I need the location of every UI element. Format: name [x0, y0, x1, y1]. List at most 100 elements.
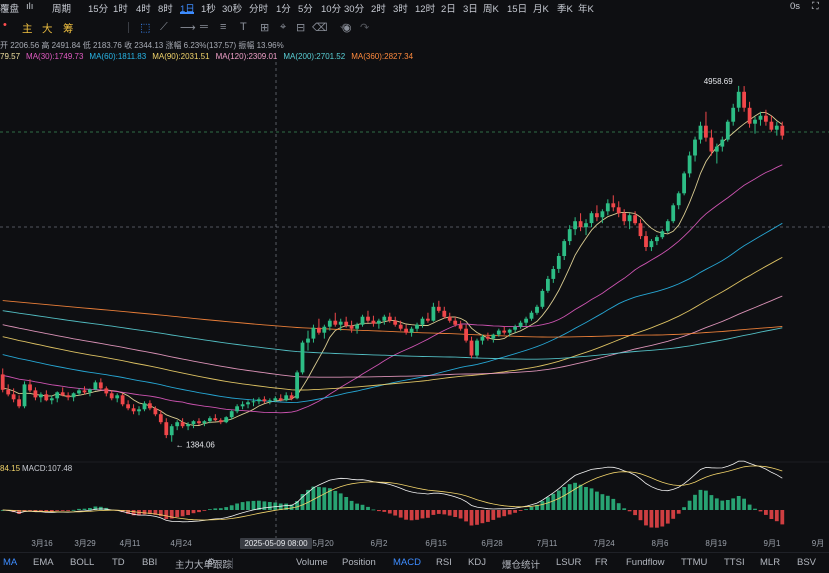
macd-dif-line [2, 460, 783, 523]
price-chart[interactable]: 4958.69 ← 1384.06 84.15 MACD:107.48 3月16 3月2… [0, 0, 829, 552]
macd-histogram-bar [507, 510, 512, 515]
candle-body [436, 306, 441, 311]
candle-body [758, 115, 763, 120]
candle-body [104, 388, 109, 394]
candle-body [235, 406, 239, 412]
macd-histogram-bar [409, 510, 414, 521]
macd-histogram-bar [317, 486, 321, 510]
indicator-tab-fr[interactable]: FR [595, 557, 608, 568]
macd-histogram-bar [142, 510, 147, 515]
macd-histogram-bar [665, 510, 670, 524]
indicator-tab-mlr[interactable]: MLR [760, 557, 780, 568]
indicator-tab-fundflow[interactable]: Fundflow [626, 557, 665, 568]
candle-body [655, 237, 659, 242]
candle-body [567, 229, 572, 242]
candle-body [502, 330, 507, 333]
x-axis-tick: 6月28 [481, 539, 503, 548]
macd-histogram-bar [731, 498, 736, 510]
indicator-tab-ma[interactable]: MA [3, 557, 17, 568]
indicator-tab-macd[interactable]: MACD [393, 557, 421, 568]
indicator-tab-td[interactable]: TD [112, 557, 125, 568]
candle-body [317, 327, 321, 333]
macd-histogram-bar [682, 507, 686, 510]
macd-histogram-bar [774, 510, 779, 522]
macd-histogram-bar [371, 509, 376, 511]
candle-body [164, 422, 169, 436]
x-axis-tick: 3月16 [31, 539, 53, 548]
macd-histogram-bar [197, 510, 201, 513]
macd-histogram-bar [338, 493, 343, 510]
candle-body [158, 414, 163, 423]
macd-histogram-bar [676, 510, 681, 514]
candle-body [93, 382, 98, 390]
candle-body [387, 316, 392, 321]
candle-body [311, 327, 316, 339]
indicator-settings-icon[interactable]: ⚙ [207, 557, 216, 568]
indicator-tab-ema[interactable]: EMA [33, 557, 54, 568]
candle-body [415, 324, 419, 329]
candle-body [611, 203, 616, 208]
macd-histogram-bar [360, 504, 365, 510]
indicator-separator [232, 558, 233, 569]
macd-histogram-bar [311, 486, 316, 510]
x-axis-tick: 4月24 [170, 539, 192, 548]
macd-histogram-bar [366, 506, 370, 510]
indicator-tab-position[interactable]: Position [342, 557, 376, 568]
macd-histogram-bar [660, 510, 665, 527]
candle-body [529, 312, 534, 319]
macd-histogram-bar [595, 491, 599, 510]
macd-histogram-bar [202, 510, 207, 511]
macd-histogram-bar [246, 501, 250, 510]
candle-body [82, 390, 87, 393]
macd-histogram-bar [251, 500, 256, 510]
macd-histogram-bar [377, 510, 381, 512]
macd-histogram-bar [175, 510, 180, 518]
indicator-tab-lsur[interactable]: LSUR [556, 557, 581, 568]
candle-body [28, 384, 32, 391]
candle-body [725, 121, 730, 140]
indicator-tab-bbi[interactable]: BBI [142, 557, 157, 568]
macd-histogram-bar [556, 490, 561, 510]
indicator-tab-爆仓统计[interactable]: 爆仓统计 [502, 557, 540, 571]
candle-body [0, 374, 5, 390]
macd-histogram-bar [769, 510, 774, 519]
macd-histogram-bar [627, 510, 632, 512]
candle-body [224, 417, 229, 423]
candle-body [682, 173, 686, 194]
candle-body [197, 421, 201, 424]
candle-body [71, 393, 76, 398]
macd-histogram-bar [562, 487, 567, 510]
x-axis-tick: 4月11 [120, 539, 141, 548]
indicator-tab-bsv[interactable]: BSV [797, 557, 816, 568]
candle-body [704, 125, 708, 138]
indicator-tab-主力大单踪踪[interactable]: 主力大单跟踪 [175, 557, 232, 571]
candle-body [720, 139, 725, 147]
candle-body [671, 205, 676, 222]
candle-body [546, 278, 550, 291]
candle-body [180, 422, 185, 427]
macd-histogram-bar [491, 510, 496, 520]
indicator-tab-ttsi[interactable]: TTSI [724, 557, 745, 568]
macd-histogram-bar [180, 510, 185, 517]
ma-line-120 [2, 295, 783, 378]
macd-histogram-bar [447, 510, 452, 516]
ma-line-360 [2, 300, 783, 338]
indicator-tab-volume[interactable]: Volume [296, 557, 328, 568]
macd-histogram-bar [605, 495, 610, 510]
macd-histogram-bar [524, 509, 528, 510]
x-axis-tick: 6月2 [371, 539, 388, 548]
indicator-tab-kdj[interactable]: KDJ [468, 557, 486, 568]
macd-histogram-bar [622, 508, 627, 510]
macd-histogram-bar [453, 510, 458, 517]
candle-body [638, 223, 643, 237]
indicator-tab-rsi[interactable]: RSI [436, 557, 452, 568]
macd-histogram-bar [426, 510, 430, 518]
indicator-tab-ttmu[interactable]: TTMU [681, 557, 707, 568]
indicator-tab-boll[interactable]: BOLL [70, 557, 94, 568]
candle-body [55, 392, 60, 399]
candle-body [338, 321, 343, 325]
macd-histogram-bar [698, 489, 703, 510]
candle-body [562, 241, 567, 256]
candle-body [360, 316, 365, 325]
candle-body [475, 340, 479, 356]
